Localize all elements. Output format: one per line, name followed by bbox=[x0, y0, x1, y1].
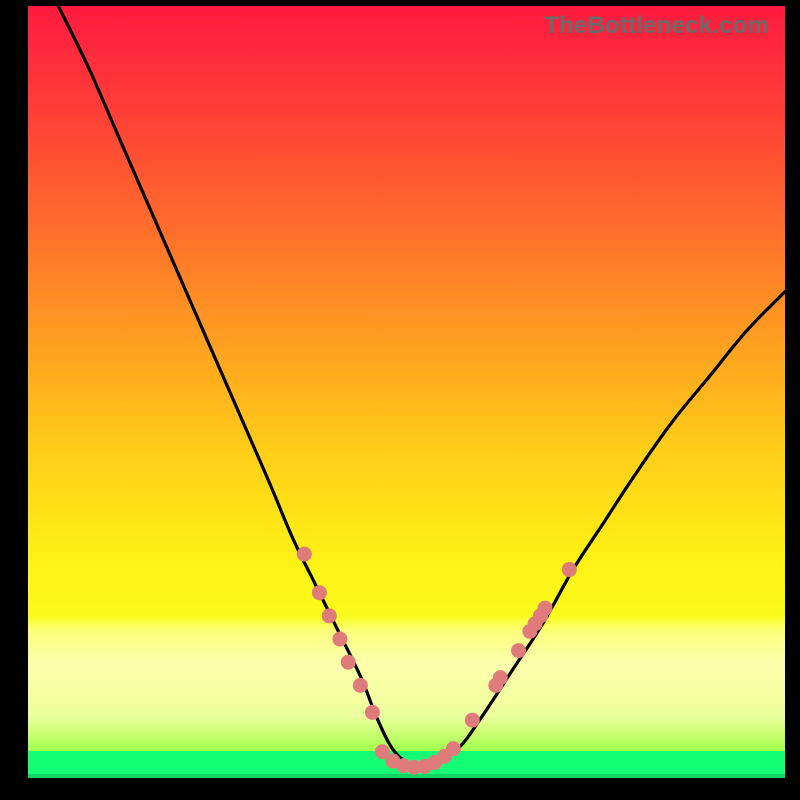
curve-marker bbox=[341, 655, 356, 670]
curve-marker bbox=[312, 585, 327, 600]
curve-marker bbox=[538, 601, 553, 616]
chart-plot-area: TheBottleneck.com bbox=[28, 6, 785, 778]
curve-marker bbox=[353, 678, 368, 693]
curve-marker bbox=[446, 741, 461, 756]
bottleneck-curve-path bbox=[58, 6, 785, 770]
curve-marker bbox=[511, 643, 526, 658]
curve-svg bbox=[28, 6, 785, 778]
curve-marker bbox=[365, 705, 380, 720]
curve-marker bbox=[297, 547, 312, 562]
curve-markers bbox=[297, 547, 577, 775]
curve-marker bbox=[332, 632, 347, 647]
curve-marker bbox=[465, 713, 480, 728]
curve-marker bbox=[493, 670, 508, 685]
curve-marker bbox=[562, 562, 577, 577]
curve-marker bbox=[322, 608, 337, 623]
chart-stage: TheBottleneck.com bbox=[0, 0, 800, 800]
